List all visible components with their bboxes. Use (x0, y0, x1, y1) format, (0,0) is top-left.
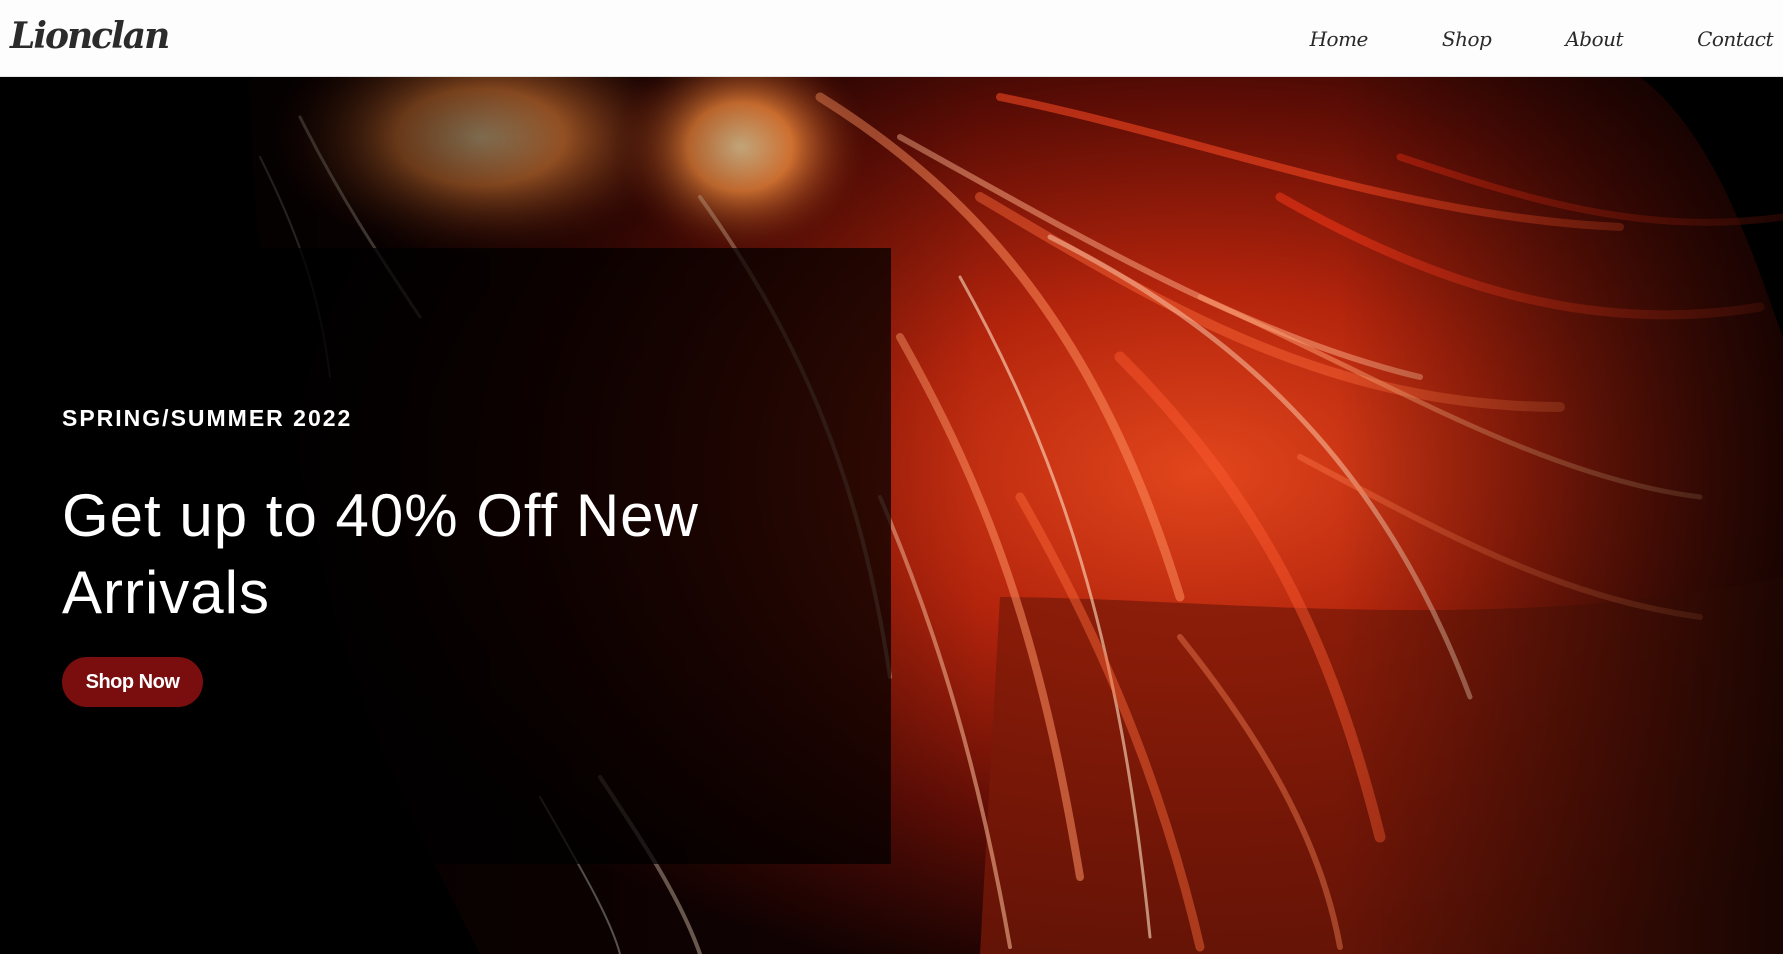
main-nav: Home Shop About Contact (1310, 0, 1783, 77)
nav-link-contact[interactable]: Contact (1697, 27, 1773, 51)
hero-headline: Get up to 40% Off New Arrivals (62, 482, 699, 626)
shop-now-button[interactable]: Shop Now (62, 657, 203, 707)
nav-link-home[interactable]: Home (1310, 27, 1369, 51)
top-navbar: Lionclan Home Shop About Contact (0, 0, 1783, 77)
nav-link-shop[interactable]: Shop (1442, 27, 1492, 51)
brand-logo[interactable]: Lionclan (10, 14, 170, 58)
nav-link-about[interactable]: About (1565, 27, 1623, 51)
hero-eyebrow: SPRING/SUMMER 2022 (62, 405, 353, 431)
hero-banner: SPRING/SUMMER 2022 Get up to 40% Off New… (0, 77, 1783, 954)
